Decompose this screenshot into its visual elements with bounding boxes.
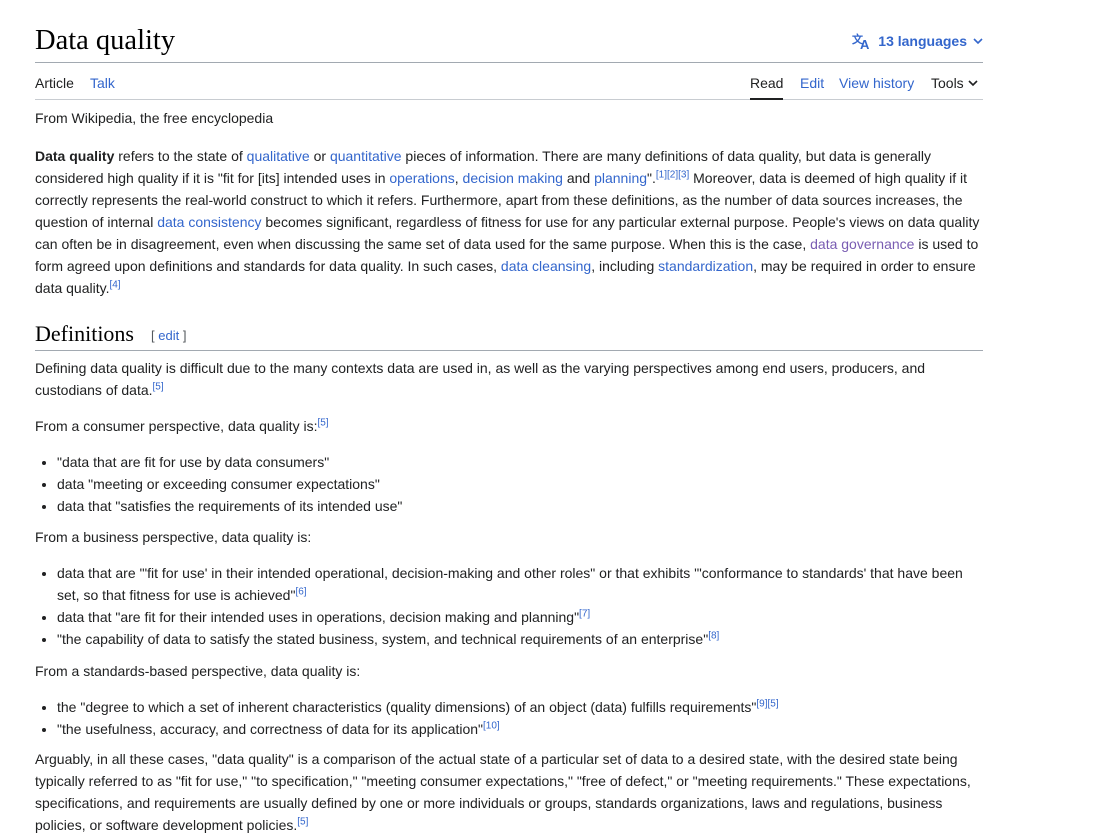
site-tagline: From Wikipedia, the free encyclopedia bbox=[35, 110, 274, 126]
text: Defining data quality is difficult due t… bbox=[35, 360, 926, 398]
bracket: ] bbox=[179, 328, 187, 343]
citation-link[interactable]: [8] bbox=[708, 630, 719, 641]
section-heading-row: Definitions [ edit ] bbox=[35, 318, 983, 351]
closing-paragraph: Arguably, in all these cases, "data qual… bbox=[35, 748, 983, 836]
citation-link[interactable]: [1][2][3] bbox=[656, 169, 689, 180]
intro-paragraph: Data quality refers to the state of qual… bbox=[35, 145, 983, 299]
citation-link[interactable]: [5] bbox=[297, 816, 308, 827]
text: , including bbox=[591, 258, 659, 274]
list-item: "the usefulness, accuracy, and correctne… bbox=[57, 718, 983, 740]
citation-link[interactable]: [5] bbox=[317, 417, 328, 428]
chevron-down-icon bbox=[973, 36, 983, 46]
text: "the usefulness, accuracy, and correctne… bbox=[57, 721, 484, 737]
chevron-down-icon bbox=[968, 75, 978, 91]
consumer-list: "data that are fit for use by data consu… bbox=[35, 451, 983, 517]
tab-read[interactable]: Read bbox=[750, 75, 784, 100]
citation-link[interactable]: [9][5] bbox=[756, 698, 778, 709]
citation-link[interactable]: [4] bbox=[109, 279, 120, 290]
translate-icon: 文 A bbox=[852, 32, 872, 50]
tab-talk[interactable]: Talk bbox=[90, 75, 115, 98]
page-title: Data quality bbox=[35, 25, 176, 56]
page-container: Data quality 文 A 13 languages Article Ta… bbox=[35, 0, 983, 833]
citation-link[interactable]: [10] bbox=[483, 720, 500, 731]
link-planning[interactable]: planning bbox=[594, 170, 647, 186]
section-edit: [ edit ] bbox=[151, 328, 186, 343]
tab-edit[interactable]: Edit bbox=[800, 75, 824, 98]
list-item: "the capability of data to satisfy the s… bbox=[57, 628, 983, 650]
standards-intro: From a standards-based perspective, data… bbox=[35, 663, 361, 679]
link-data-governance[interactable]: data governance bbox=[810, 236, 914, 252]
section-heading-definitions: Definitions bbox=[35, 321, 134, 346]
tab-article[interactable]: Article bbox=[35, 75, 74, 98]
citation-link[interactable]: [7] bbox=[579, 608, 590, 619]
tabs-bar: Article Talk Read Edit View history Tool… bbox=[35, 63, 983, 100]
link-qualitative[interactable]: qualitative bbox=[247, 148, 310, 164]
link-operations[interactable]: operations bbox=[389, 170, 454, 186]
text: the "degree to which a set of inherent c… bbox=[57, 699, 757, 715]
citation-link[interactable]: [5] bbox=[153, 381, 164, 392]
business-list: data that are '"fit for use' in their in… bbox=[35, 562, 983, 650]
title-bar: Data quality 文 A 13 languages bbox=[35, 0, 983, 63]
link-quantitative[interactable]: quantitative bbox=[330, 148, 402, 164]
link-standardization[interactable]: standardization bbox=[658, 258, 753, 274]
list-item: "data that are fit for use by data consu… bbox=[57, 451, 983, 473]
text: data that "are fit for their intended us… bbox=[57, 609, 580, 625]
list-item: the "degree to which a set of inherent c… bbox=[57, 696, 983, 718]
text: , bbox=[454, 170, 463, 186]
list-item: data that "are fit for their intended us… bbox=[57, 606, 983, 628]
consumer-intro: From a consumer perspective, data qualit… bbox=[35, 415, 983, 437]
text: or bbox=[309, 148, 330, 164]
text: and bbox=[562, 170, 595, 186]
business-intro: From a business perspective, data qualit… bbox=[35, 529, 312, 545]
list-item: data that "satisfies the requirements of… bbox=[57, 495, 983, 517]
list-item: data "meeting or exceeding consumer expe… bbox=[57, 473, 983, 495]
citation-link[interactable]: [6] bbox=[295, 586, 306, 597]
languages-button[interactable]: 文 A 13 languages bbox=[852, 32, 983, 50]
svg-text:A: A bbox=[860, 37, 870, 50]
link-decision-making[interactable]: decision making bbox=[463, 170, 563, 186]
languages-label: 13 languages bbox=[878, 33, 967, 49]
tab-view-history[interactable]: View history bbox=[839, 75, 914, 98]
link-data-consistency[interactable]: data consistency bbox=[157, 214, 261, 230]
edit-section-link[interactable]: edit bbox=[158, 328, 179, 343]
text: ". bbox=[647, 170, 656, 186]
text: From a consumer perspective, data qualit… bbox=[35, 418, 318, 434]
text: refers to the state of bbox=[114, 148, 247, 164]
tools-label: Tools bbox=[931, 75, 964, 91]
text: "the capability of data to satisfy the s… bbox=[57, 631, 709, 647]
link-data-cleansing[interactable]: data cleansing bbox=[501, 258, 591, 274]
bold-term: Data quality bbox=[35, 148, 115, 164]
text: Arguably, in all these cases, "data qual… bbox=[35, 751, 971, 833]
definitions-paragraph: Defining data quality is difficult due t… bbox=[35, 357, 983, 401]
tools-menu[interactable]: Tools bbox=[931, 75, 978, 98]
list-item: data that are '"fit for use' in their in… bbox=[57, 562, 983, 606]
standards-list: the "degree to which a set of inherent c… bbox=[35, 696, 983, 740]
text: data that are '"fit for use' in their in… bbox=[57, 565, 963, 603]
